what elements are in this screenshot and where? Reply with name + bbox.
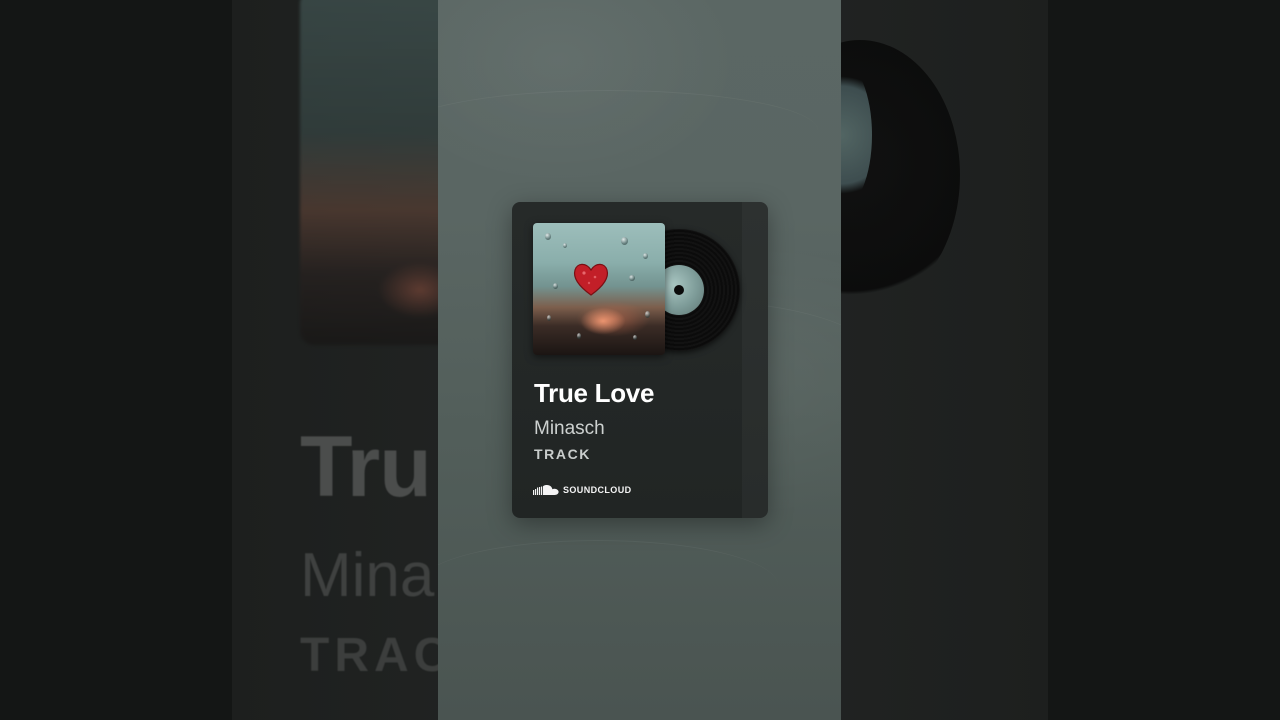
- rain-drop: [545, 233, 551, 240]
- card-side-strip: [742, 202, 768, 518]
- background-title: Tru: [300, 419, 432, 515]
- soundcloud-link[interactable]: SOUNDCLOUD: [533, 484, 632, 496]
- vinyl-spindle-hole: [674, 285, 684, 295]
- track-title: True Love: [534, 378, 655, 408]
- heart-icon: [573, 263, 609, 296]
- rain-drop: [629, 275, 635, 281]
- background-cover-art: [300, 0, 460, 345]
- track-type-label: TRACK: [534, 446, 591, 462]
- rain-drop: [621, 237, 628, 245]
- background-type: TRAC: [300, 629, 454, 682]
- album-cover-art[interactable]: [533, 223, 665, 355]
- rain-drop: [633, 335, 637, 340]
- rain-drop: [645, 311, 650, 318]
- rain-drop: [577, 333, 581, 339]
- background-artist: Mina: [300, 541, 435, 610]
- rain-drop: [547, 315, 551, 321]
- soundcloud-label: SOUNDCLOUD: [563, 485, 632, 495]
- rain-drop: [563, 243, 567, 248]
- paper-crease: [438, 540, 778, 631]
- rain-drop: [643, 253, 648, 259]
- rain-drop: [553, 283, 558, 289]
- soundcloud-icon: [533, 485, 559, 495]
- portrait-panel: True Love Minasch TRACK SOUNDCLOUD: [438, 0, 841, 720]
- paper-crease: [438, 90, 818, 171]
- track-artist[interactable]: Minasch: [534, 418, 605, 440]
- track-card[interactable]: True Love Minasch TRACK SOUNDCLOUD: [512, 202, 768, 518]
